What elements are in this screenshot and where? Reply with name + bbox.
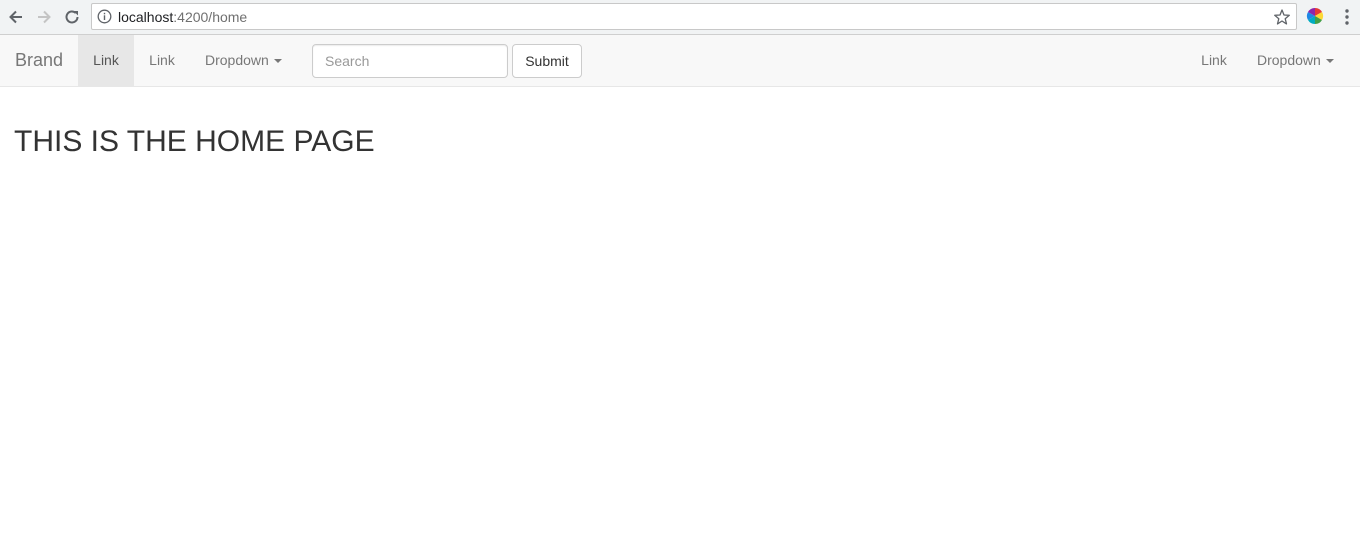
nav-dropdown-left[interactable]: Dropdown <box>190 35 297 86</box>
forward-arrow-icon[interactable] <box>33 6 55 28</box>
color-wheel-extension-icon[interactable] <box>1305 6 1325 26</box>
star-icon[interactable] <box>1273 8 1291 26</box>
nav-dropdown-left-label: Dropdown <box>205 52 269 68</box>
caret-down-icon <box>1325 59 1334 64</box>
nav-dropdown-right[interactable]: Dropdown <box>1242 35 1349 86</box>
search-input[interactable] <box>312 44 508 78</box>
caret-down-icon <box>273 59 282 64</box>
navbar: Brand Link Link Dropdown Submit Link Dro… <box>0 35 1360 87</box>
url-text: localhost:4200/home <box>118 9 247 25</box>
address-bar[interactable]: localhost:4200/home <box>91 3 1297 30</box>
nav-link-1[interactable]: Link <box>78 35 134 86</box>
reload-icon[interactable] <box>61 6 83 28</box>
browser-toolbar: localhost:4200/home <box>0 0 1360 35</box>
url-host: localhost <box>118 9 174 25</box>
kebab-menu-icon[interactable] <box>1341 7 1353 27</box>
nav-link-2[interactable]: Link <box>134 35 190 86</box>
url-path: :4200/home <box>173 9 248 25</box>
page-title: THIS IS THE HOME PAGE <box>14 125 375 158</box>
nav-link-right[interactable]: Link <box>1186 35 1242 86</box>
nav-dropdown-right-label: Dropdown <box>1257 52 1321 68</box>
navbar-brand[interactable]: Brand <box>0 35 78 86</box>
submit-button[interactable]: Submit <box>512 44 582 78</box>
info-icon[interactable] <box>97 9 112 24</box>
back-arrow-icon[interactable] <box>5 6 27 28</box>
